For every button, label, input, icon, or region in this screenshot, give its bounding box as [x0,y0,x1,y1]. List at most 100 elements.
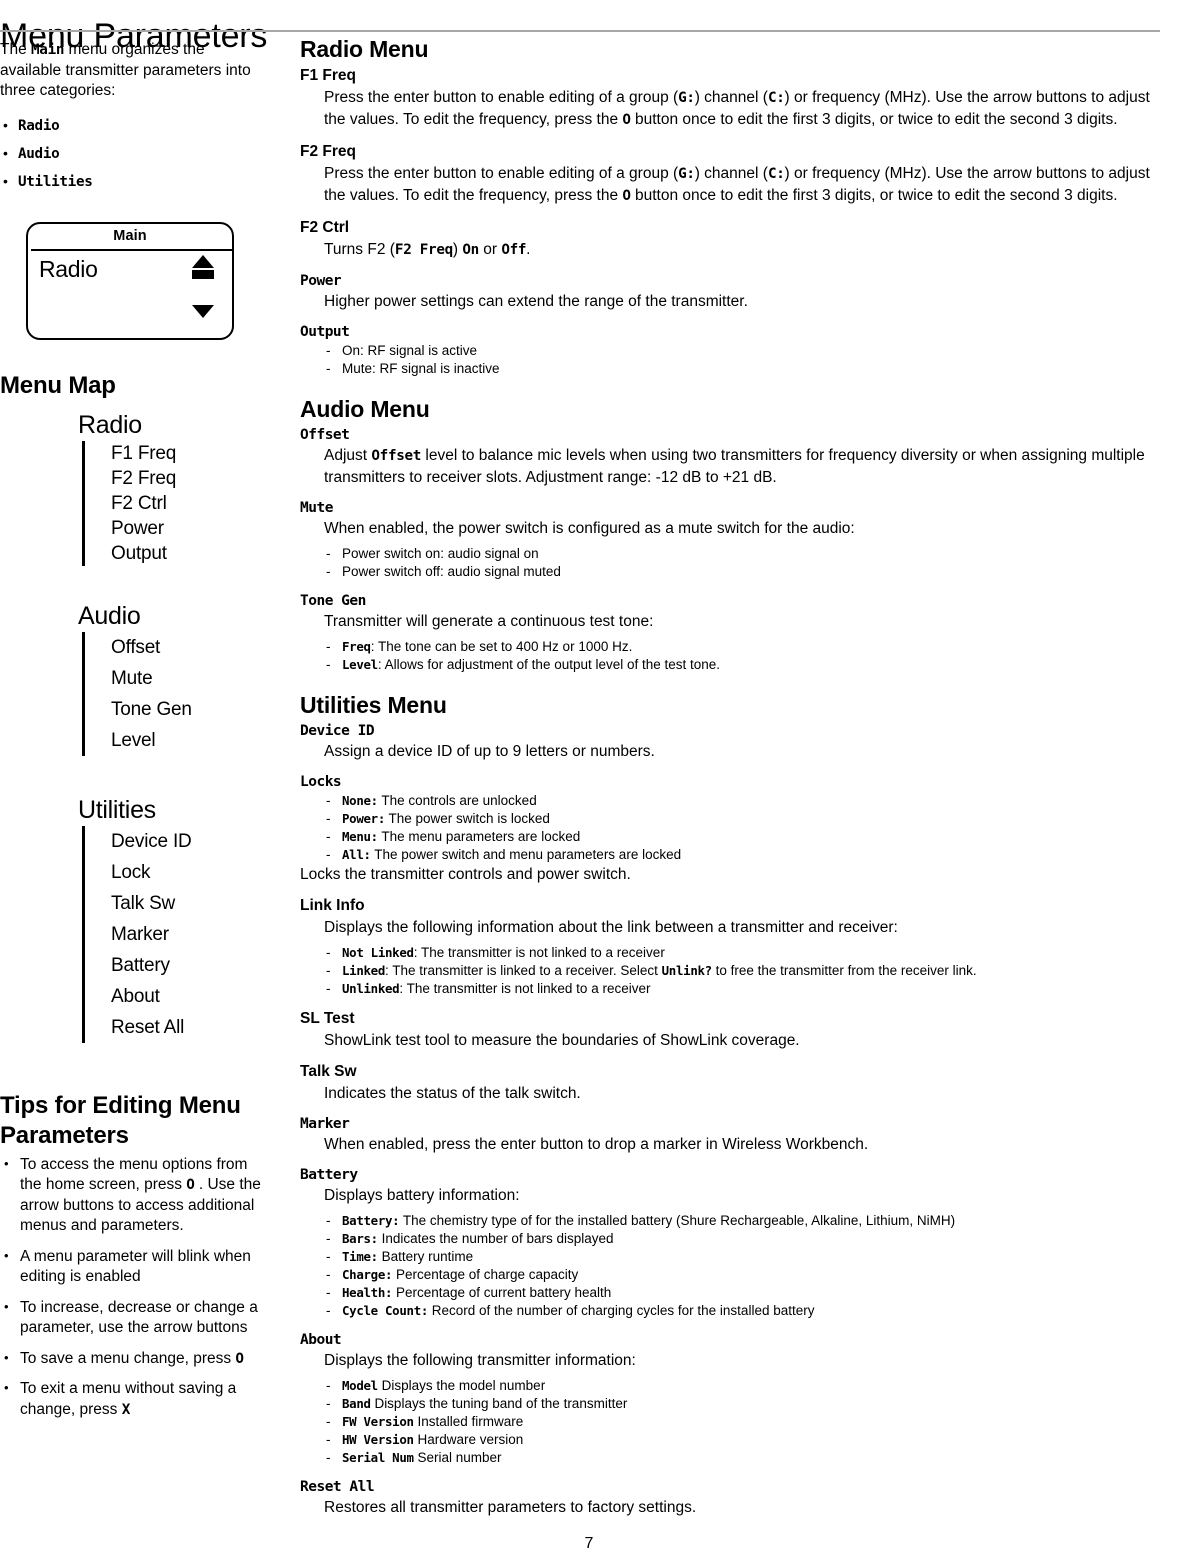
list-item: Band Displays the tuning band of the tra… [324,1395,1172,1413]
menu-map-item: Reset All [111,1016,185,1038]
list-item: Power: The power switch is locked [324,810,1172,828]
list-item: Bars: Indicates the number of bars displ… [324,1230,1172,1248]
text-run: . [526,241,531,258]
tone-gen-list: Freq: The tone can be set to 400 Hz or 1… [324,638,1172,674]
code-c: C: [767,166,785,182]
intro-paragraph: The Main menu organizes the available tr… [0,40,262,102]
tone-gen-heading: Tone Gen [300,593,366,609]
link-info-body: Displays the following information about… [324,919,898,936]
menu-map-group-items: F1 Freq F2 Freq F2 Ctrl Power Output [82,440,272,566]
sl-test-heading: SL Test [300,1010,355,1027]
list-item: To increase, decrease or change a parame… [0,1297,268,1339]
menu-map-item: Lock [111,861,151,883]
text-run: button once to edit the first 3 digits, … [630,111,1118,128]
code-band: Band [342,1396,371,1411]
list-item: Level: Allows for adjustment of the outp… [324,656,1172,674]
device-screen-menu-item: Radio [39,255,98,282]
list-item: Cycle Count: Record of the number of cha… [324,1302,1172,1320]
radio-menu-heading: Radio Menu [300,36,429,62]
code-offset: Offset [371,448,422,464]
code-bars: Bars: [342,1231,378,1246]
code-fw-version: FW Version [342,1414,414,1429]
menu-map-group-title: Utilities [78,795,156,824]
menu-map-item: Power [111,517,164,539]
code-linked: Linked [342,963,386,978]
locks-footer: Locks the transmitter controls and power… [300,866,631,883]
code-health: Health: [342,1285,393,1300]
text-run: The controls are unlocked [377,793,537,808]
list-item: Mute: RF signal is inactive [324,360,1172,378]
marker-body: When enabled, press the enter button to … [324,1136,869,1153]
list-item: Time: Battery runtime [324,1248,1172,1266]
locks-heading: Locks [300,774,342,790]
text-run: button once to edit the first 3 digits, … [630,187,1118,204]
code-menu: Menu: [342,829,378,844]
code-o: O [622,188,631,204]
text-run: Press the enter button to enable editing… [324,89,679,106]
text-run: The power switch is locked [385,811,550,826]
f1-freq-heading: F1 Freq [300,67,356,84]
text-run: : The transmitter is not linked to a rec… [399,981,651,996]
power-heading: Power [300,273,342,289]
text-run: : Allows for adjustment of the output le… [377,657,721,672]
text-run: to free the transmitter from the receive… [711,963,977,978]
list-item: Menu: The menu parameters are locked [324,828,1172,846]
tips-list: To access the menu options from the home… [0,1154,268,1421]
list-item: Radio [0,115,272,136]
text-run: ) [452,241,463,258]
tip-pre: To save a menu change, press [20,1349,236,1367]
menu-map-heading: Menu Map [0,371,116,399]
text-run: ) channel ( [694,89,768,106]
code-all: All: [342,847,371,862]
device-id-heading: Device ID [300,723,375,739]
utilities-menu-heading: Utilities Menu [300,692,447,718]
menu-map-group-title: Radio [78,410,142,439]
menu-map-group-utilities: Utilities Device ID Lock Talk Sw Marker … [78,795,272,1043]
code-on: On [462,242,479,258]
tip-pre: A menu parameter will blink when editing… [20,1247,251,1286]
reset-all-heading: Reset All [300,1479,375,1495]
link-info-heading: Link Info [300,897,365,914]
menu-map-item: Output [111,542,167,564]
code-time: Time: [342,1249,378,1264]
text-run: The chemistry type of for the installed … [399,1213,956,1228]
menu-map-group-audio: Audio Offset Mute Tone Gen Level [78,601,272,756]
code-charge: Charge: [342,1267,393,1282]
list-item: Utilities [0,171,272,192]
offset-body: Adjust Offset level to balance mic level… [324,445,1172,488]
triangle-down-icon [192,304,214,318]
menu-map-item: Offset [111,636,161,658]
device-screen-divider [31,248,233,251]
menu-map-item: Level [111,729,156,751]
text-run: The power switch and menu parameters are… [370,847,682,862]
code-none: None: [342,793,378,808]
code-battery: Battery: [342,1213,400,1228]
talk-sw-body: Indicates the status of the talk switch. [324,1085,581,1102]
intro-pre: The [0,41,32,58]
list-item: Linked: The transmitter is linked to a r… [324,962,1172,980]
category-label: Utilities [18,173,93,190]
right-column: Radio Menu F1 Freq Press the enter butto… [300,36,1172,1518]
code-not-linked: Not Linked [342,945,414,960]
audio-menu-heading: Audio Menu [300,396,430,422]
tip-code: O [186,1177,195,1193]
left-column: The Main menu organizes the available tr… [0,40,272,1430]
code-off: Off [501,242,527,258]
list-item: On: RF signal is active [324,342,1172,360]
list-item: Charge: Percentage of charge capacity [324,1266,1172,1284]
sl-test-body: ShowLink test tool to measure the bounda… [324,1032,800,1049]
text-run: Turns F2 ( [324,241,395,258]
tip-code: O [235,1350,244,1367]
list-item: HW Version Hardware version [324,1431,1172,1449]
menu-map-item: About [111,985,160,1007]
list-item: Model Displays the model number [324,1377,1172,1395]
list-item: Freq: The tone can be set to 400 Hz or 1… [324,638,1172,656]
menu-map-group-radio: Radio F1 Freq F2 Freq F2 Ctrl Power Outp… [78,410,272,566]
code-g: G: [678,166,695,182]
menu-map-item: F2 Ctrl [111,492,167,514]
marker-heading: Marker [300,1116,350,1132]
list-item: To access the menu options from the home… [0,1154,268,1237]
list-item: A menu parameter will blink when editing… [0,1246,268,1288]
code-f2freq: F2 Freq [394,242,453,258]
reset-all-body: Restores all transmitter parameters to f… [324,1499,697,1516]
